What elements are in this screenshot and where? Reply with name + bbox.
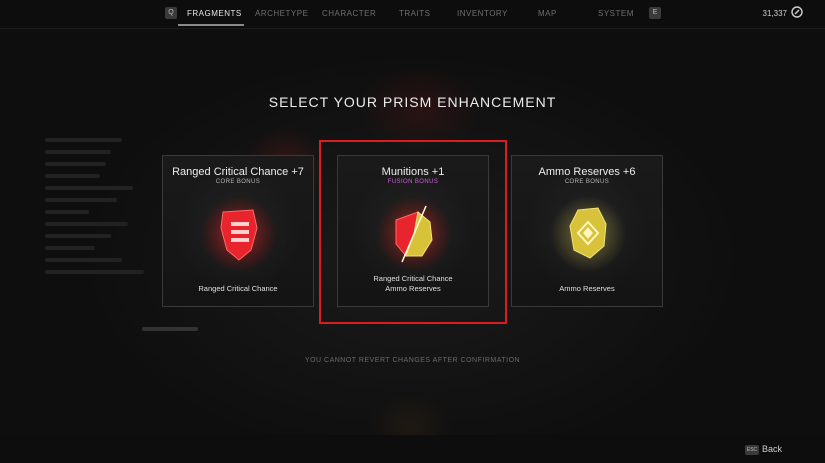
tab-character[interactable]: CHARACTER	[322, 9, 376, 18]
enhancement-card-ranged-critical-chance[interactable]: Ranged Critical Chance +7 CORE BONUS Ran…	[162, 155, 314, 307]
enhancement-card-ammo-reserves[interactable]: Ammo Reserves +6 CORE BONUS Ammo Reserve…	[511, 155, 663, 307]
tab-map[interactable]: MAP	[538, 9, 557, 18]
card-footer: Ammo Reserves	[512, 284, 662, 294]
background-fragment-list	[45, 130, 155, 282]
active-tab-indicator	[178, 24, 244, 26]
card-footer: Ranged Critical Chance Ammo Reserves	[338, 274, 488, 294]
tab-traits[interactable]: TRAITS	[399, 9, 430, 18]
enhancement-card-munitions[interactable]: Munitions +1 FUSION BONUS Ranged Critica…	[337, 155, 489, 307]
card-subtitle: CORE BONUS	[215, 179, 261, 185]
bottom-bar	[0, 435, 825, 463]
tab-fragments[interactable]: FRAGMENTS	[187, 9, 242, 18]
card-subtitle: CORE BONUS	[564, 179, 610, 185]
scrap-coin-icon	[791, 6, 803, 18]
bonus-stat: Ranged Critical Chance	[373, 274, 453, 283]
card-title: Ammo Reserves +6	[538, 166, 636, 178]
next-tab-key[interactable]: E	[649, 7, 661, 19]
esc-key[interactable]: ESC	[745, 445, 759, 455]
yellow-prism-gem-icon	[550, 196, 626, 272]
tab-archetype[interactable]: ARCHETYPE	[255, 9, 308, 18]
tab-system[interactable]: SYSTEM	[598, 9, 634, 18]
prev-tab-key[interactable]: Q	[165, 7, 177, 19]
bonus-stat: Ammo Reserves	[385, 284, 441, 293]
red-prism-gem-icon	[201, 196, 277, 272]
tab-inventory[interactable]: INVENTORY	[457, 9, 508, 18]
bonus-stat: Ammo Reserves	[559, 284, 615, 293]
card-title: Ranged Critical Chance +7	[172, 166, 304, 178]
page-title: SELECT YOUR PRISM ENHANCEMENT	[268, 94, 557, 110]
bonus-stat: Ranged Critical Chance	[198, 284, 278, 293]
confirmation-warning: YOU CANNOT REVERT CHANGES AFTER CONFIRMA…	[304, 357, 521, 364]
back-button[interactable]: Back	[762, 444, 782, 454]
red-yellow-fusion-gem-icon	[376, 196, 452, 272]
card-title: Munitions +1	[381, 166, 445, 178]
card-subtitle: FUSION BONUS	[387, 179, 439, 185]
card-footer: Ranged Critical Chance	[163, 284, 313, 294]
background-progress-bar	[142, 327, 198, 331]
currency-amount: 31,337	[762, 9, 787, 18]
top-nav-bar: Q FRAGMENTS ARCHETYPE CHARACTER TRAITS I…	[0, 0, 825, 29]
